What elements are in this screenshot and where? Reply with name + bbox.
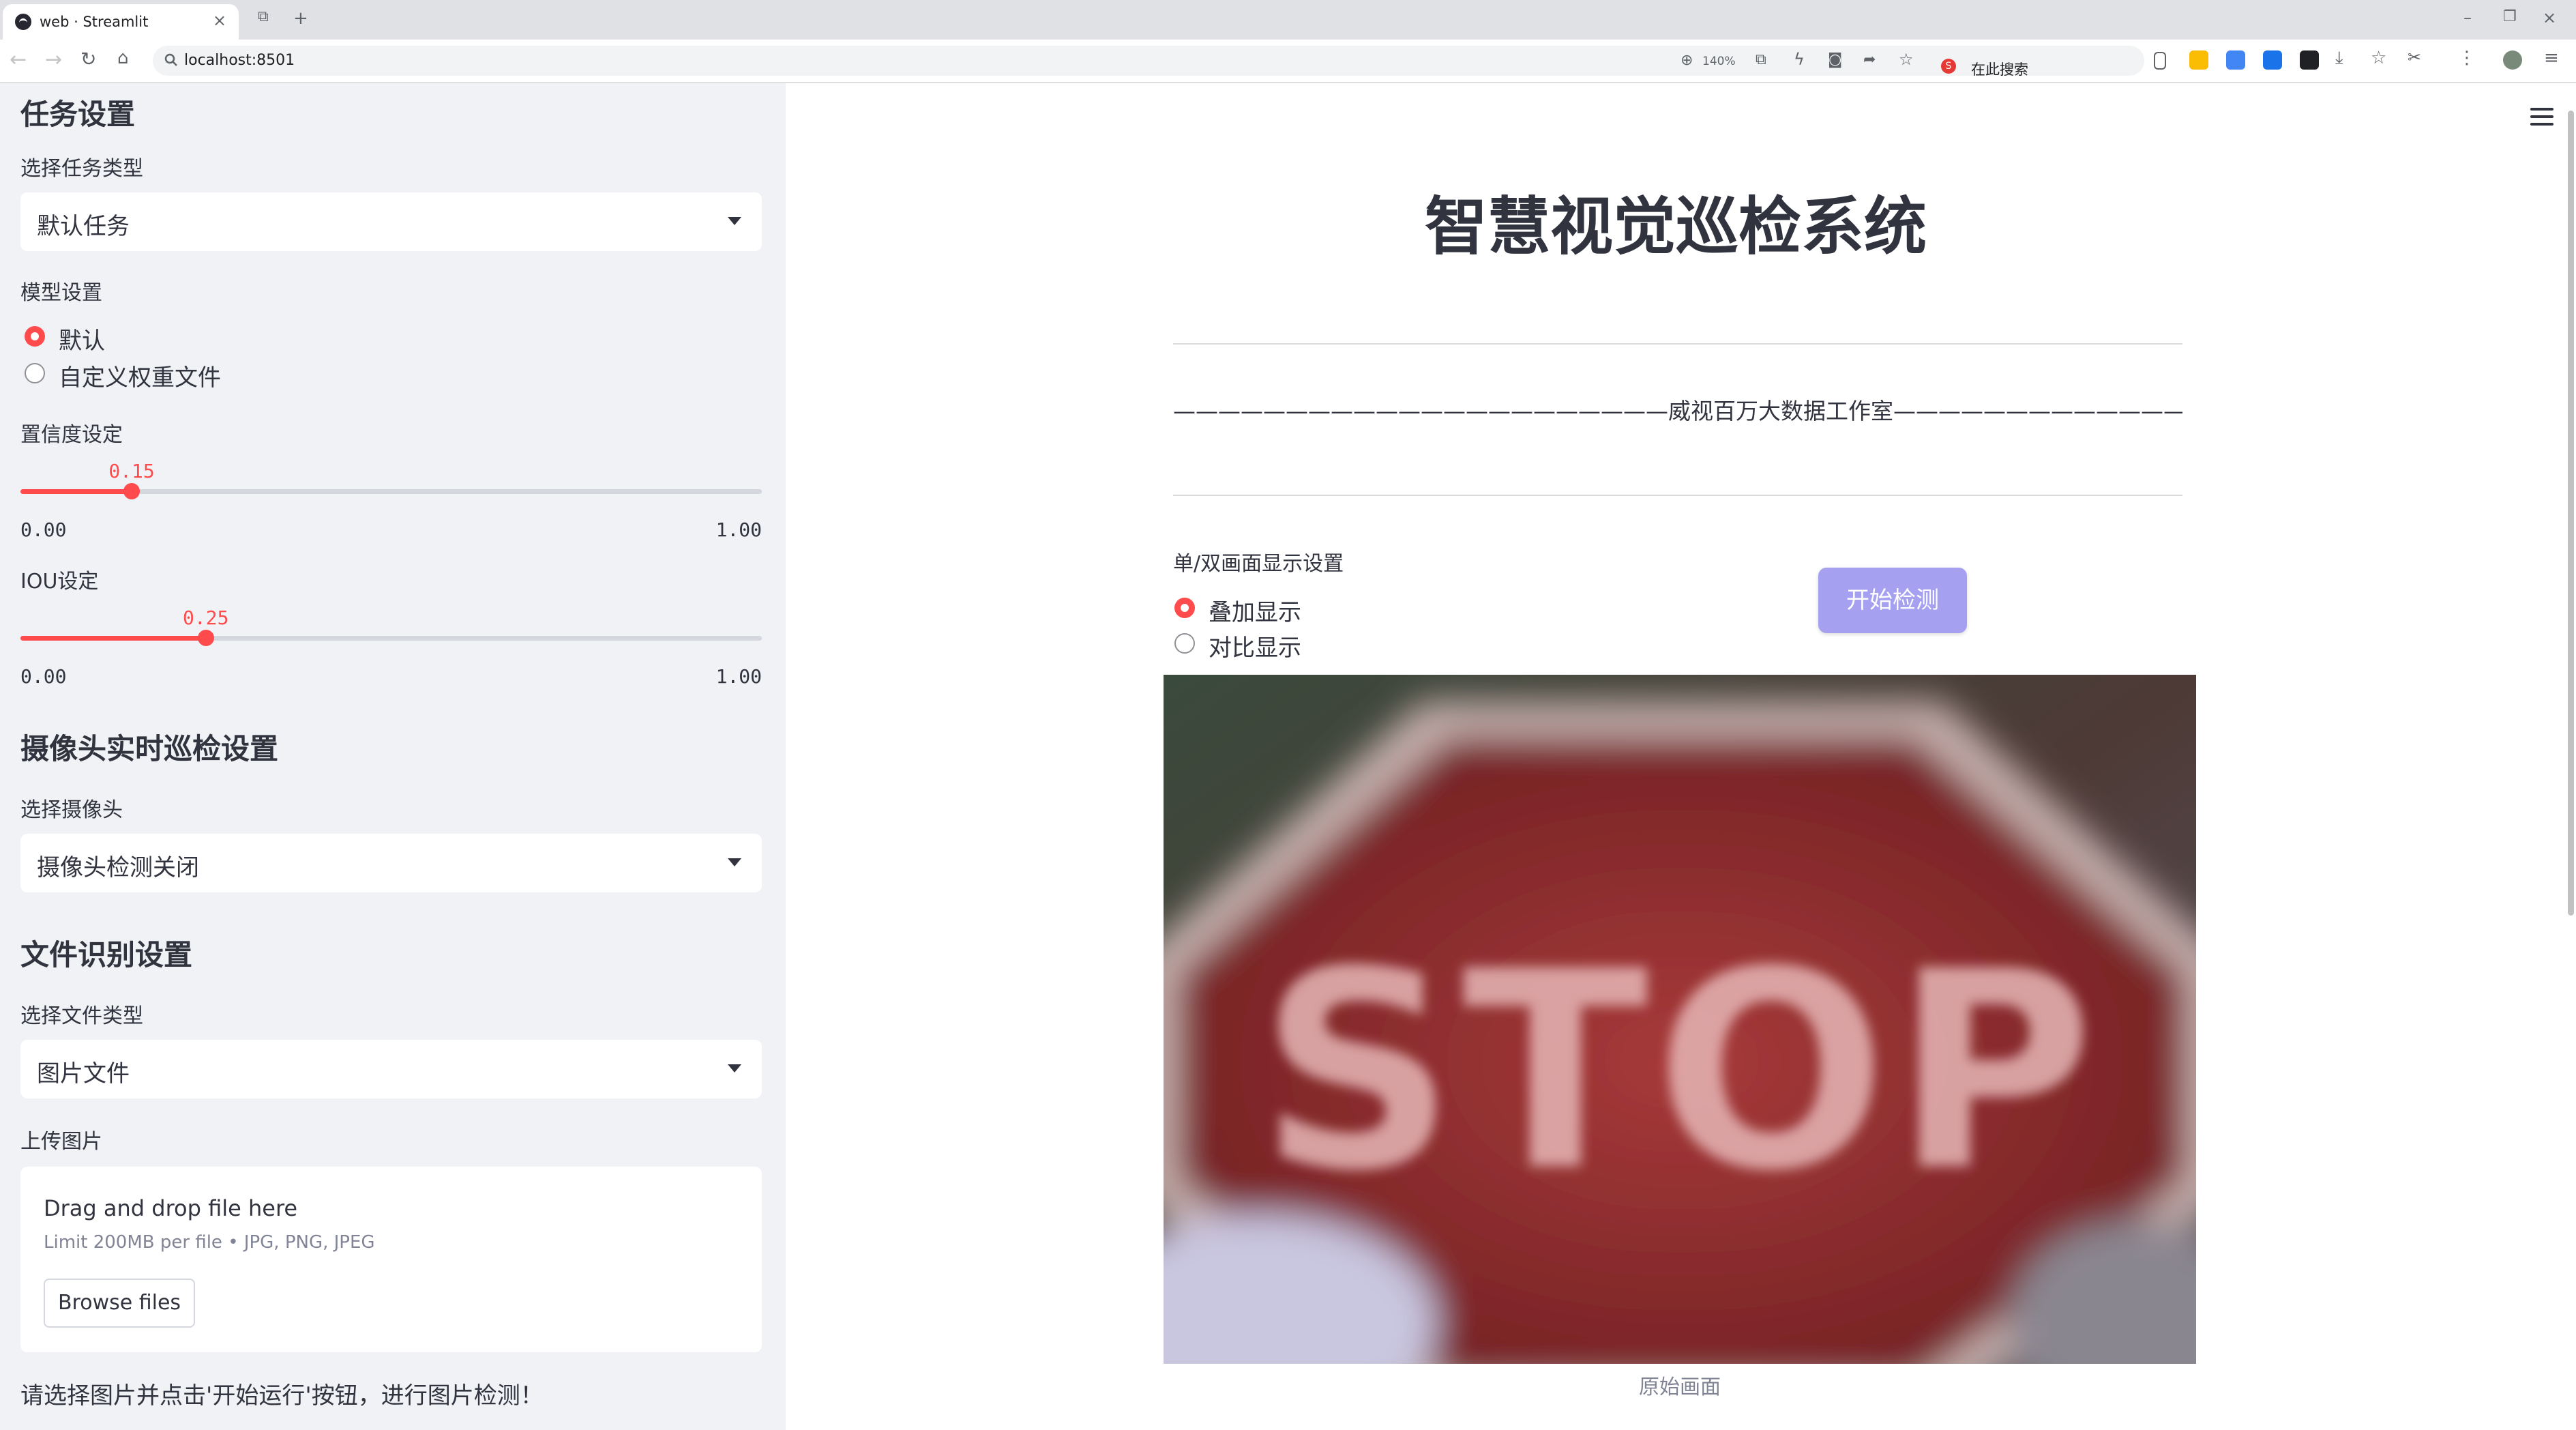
url-text: localhost:8501 bbox=[184, 52, 295, 69]
task-type-select[interactable]: 默认任务 bbox=[20, 192, 762, 251]
stop-sign-text: STOP bbox=[1259, 914, 2101, 1231]
radio-unselected-icon[interactable] bbox=[1174, 633, 1195, 654]
favorites-icon[interactable]: ☆ bbox=[2371, 48, 2386, 68]
extension-dark-icon[interactable] bbox=[2300, 50, 2319, 70]
lightning-icon[interactable]: ϟ bbox=[1794, 50, 1805, 69]
zoom-icon[interactable]: ⊕ bbox=[1681, 52, 1693, 69]
extension-color-icon[interactable] bbox=[2189, 50, 2208, 70]
share-icon[interactable]: ➦ bbox=[1863, 51, 1876, 68]
slider-max: 1.00 bbox=[715, 519, 762, 541]
hamburger-menu-icon[interactable] bbox=[2530, 108, 2553, 126]
start-detection-button[interactable]: 开始检测 bbox=[1818, 568, 1967, 633]
display-option-label: 对比显示 bbox=[1209, 634, 1301, 662]
new-tab-icon[interactable]: + bbox=[293, 8, 308, 29]
browser-chrome: web · Streamlit × ⧉ + – ❐ × ← → ↻ ⌂ loca… bbox=[0, 0, 2576, 83]
slider-value: 0.15 bbox=[108, 460, 155, 482]
minimize-icon[interactable]: – bbox=[2463, 8, 2472, 27]
radio-selected-icon[interactable] bbox=[1174, 598, 1195, 618]
stop-sign-image: STOP bbox=[1164, 675, 2196, 1364]
slider-thumb[interactable] bbox=[123, 483, 140, 499]
confidence-label: 置信度设定 bbox=[20, 423, 123, 447]
bookmark-star-icon[interactable]: ☆ bbox=[1899, 50, 1914, 69]
radio-selected-icon[interactable] bbox=[25, 326, 45, 347]
iou-slider[interactable]: 0.25 0.00 1.00 bbox=[20, 607, 762, 688]
browser-menu-icon[interactable]: ≡ bbox=[2544, 48, 2559, 68]
slider-thumb[interactable] bbox=[197, 630, 214, 646]
cut-icon[interactable]: ✂ bbox=[2408, 48, 2421, 67]
search-placeholder: 在此搜索 bbox=[1971, 61, 2028, 78]
back-icon[interactable]: ← bbox=[10, 48, 27, 72]
more-menu-icon[interactable]: ⋮ bbox=[2458, 48, 2476, 68]
camera-section-title: 摄像头实时巡检设置 bbox=[20, 732, 279, 765]
upload-hint: 请选择图片并点击'开始运行'按钮，进行图片检测！ bbox=[20, 1382, 544, 1410]
chevron-down-icon bbox=[728, 858, 741, 866]
upload-title: Drag and drop file here bbox=[44, 1195, 298, 1221]
slider-fill bbox=[20, 636, 206, 641]
address-bar[interactable]: localhost:8501 ⊕ 140% ⧉ ϟ ◙ ➦ ☆ S 在此搜索 bbox=[153, 46, 2144, 78]
slider-fill bbox=[20, 489, 132, 494]
window-close-icon[interactable]: × bbox=[2543, 8, 2556, 27]
forward-icon[interactable]: → bbox=[45, 48, 62, 72]
sidebar: 任务设置 选择任务类型 默认任务 模型设置 默认 自定义权重文件 置信度设定 0… bbox=[0, 83, 786, 1430]
tab-strip: web · Streamlit × ⧉ + – ❐ × bbox=[0, 0, 2576, 40]
divider bbox=[1173, 343, 2182, 345]
file-section-title: 文件识别设置 bbox=[20, 938, 193, 972]
search-box[interactable]: S 在此搜索 bbox=[1933, 52, 2137, 82]
download-icon[interactable]: ⤓ bbox=[2335, 48, 2343, 69]
radio-unselected-icon[interactable] bbox=[25, 363, 45, 383]
chevron-down-icon bbox=[728, 217, 741, 225]
upload-limit: Limit 200MB per file • JPG, PNG, JPEG bbox=[44, 1232, 375, 1253]
tab-close-icon[interactable]: × bbox=[213, 11, 226, 30]
streamlit-favicon-icon bbox=[15, 14, 31, 30]
profile-avatar[interactable] bbox=[2503, 50, 2522, 70]
upload-label: 上传图片 bbox=[20, 1130, 102, 1154]
chevron-down-icon bbox=[728, 1064, 741, 1072]
confidence-slider[interactable]: 0.15 0.00 1.00 bbox=[20, 460, 762, 541]
slider-min: 0.00 bbox=[20, 665, 67, 688]
tab-title: web · Streamlit bbox=[40, 14, 149, 30]
original-image: STOP bbox=[1164, 675, 2196, 1364]
model-label: 模型设置 bbox=[20, 281, 102, 305]
task-type-value: 默认任务 bbox=[37, 213, 130, 240]
screenshot-icon[interactable]: ◙ bbox=[1828, 51, 1842, 68]
image-caption: 原始画面 bbox=[1639, 1375, 1721, 1399]
iou-label: IOU设定 bbox=[20, 570, 99, 594]
camera-value: 摄像头检测关闭 bbox=[37, 854, 199, 881]
slider-min: 0.00 bbox=[20, 519, 67, 541]
page-title: 智慧视觉巡检系统 bbox=[1424, 190, 1927, 263]
browser-tab[interactable]: web · Streamlit × bbox=[3, 4, 239, 40]
search-engine-icon: S bbox=[1941, 59, 1956, 74]
camera-select[interactable]: 摄像头检测关闭 bbox=[20, 834, 762, 892]
file-type-select[interactable]: 图片文件 bbox=[20, 1040, 762, 1098]
home-icon[interactable]: ⌂ bbox=[117, 48, 129, 68]
extension-blue-icon[interactable] bbox=[2226, 50, 2245, 70]
browser-toolbar: ← → ↻ ⌂ localhost:8501 ⊕ 140% ⧉ ϟ ◙ ➦ ☆ … bbox=[0, 40, 2576, 82]
reload-icon[interactable]: ↻ bbox=[80, 48, 96, 70]
site-info-icon[interactable] bbox=[164, 53, 179, 68]
zoom-level: 140% bbox=[1702, 55, 1736, 68]
slider-value: 0.25 bbox=[183, 607, 229, 629]
model-option-label: 自定义权重文件 bbox=[59, 364, 221, 392]
restore-icon[interactable]: ❐ bbox=[2503, 8, 2517, 25]
main-scrollbar[interactable] bbox=[2566, 102, 2576, 1430]
extension-translate-icon[interactable] bbox=[2263, 50, 2282, 70]
file-type-label: 选择文件类型 bbox=[20, 1004, 143, 1028]
file-uploader-dropzone[interactable]: Drag and drop file here Limit 200MB per … bbox=[20, 1167, 762, 1352]
subtitle: ——————————————————————威视百万大数据工作室————————… bbox=[1173, 398, 2182, 424]
camera-label: 选择摄像头 bbox=[20, 798, 123, 822]
display-mode-label: 单/双画面显示设置 bbox=[1173, 552, 1344, 576]
divider bbox=[1173, 495, 2182, 496]
task-type-label: 选择任务类型 bbox=[20, 157, 143, 181]
slider-max: 1.00 bbox=[715, 665, 762, 688]
display-option-label: 叠加显示 bbox=[1209, 599, 1301, 626]
browse-files-button[interactable]: Browse files bbox=[44, 1279, 195, 1328]
model-option-label: 默认 bbox=[59, 327, 105, 355]
reading-mode-icon[interactable] bbox=[2154, 52, 2166, 70]
tab-search-icon[interactable]: ⧉ bbox=[258, 8, 269, 25]
translate-icon[interactable]: ⧉ bbox=[1756, 51, 1766, 68]
task-section-title: 任务设置 bbox=[20, 98, 136, 131]
scrollbar-thumb[interactable] bbox=[2568, 111, 2574, 916]
file-type-value: 图片文件 bbox=[37, 1060, 130, 1088]
